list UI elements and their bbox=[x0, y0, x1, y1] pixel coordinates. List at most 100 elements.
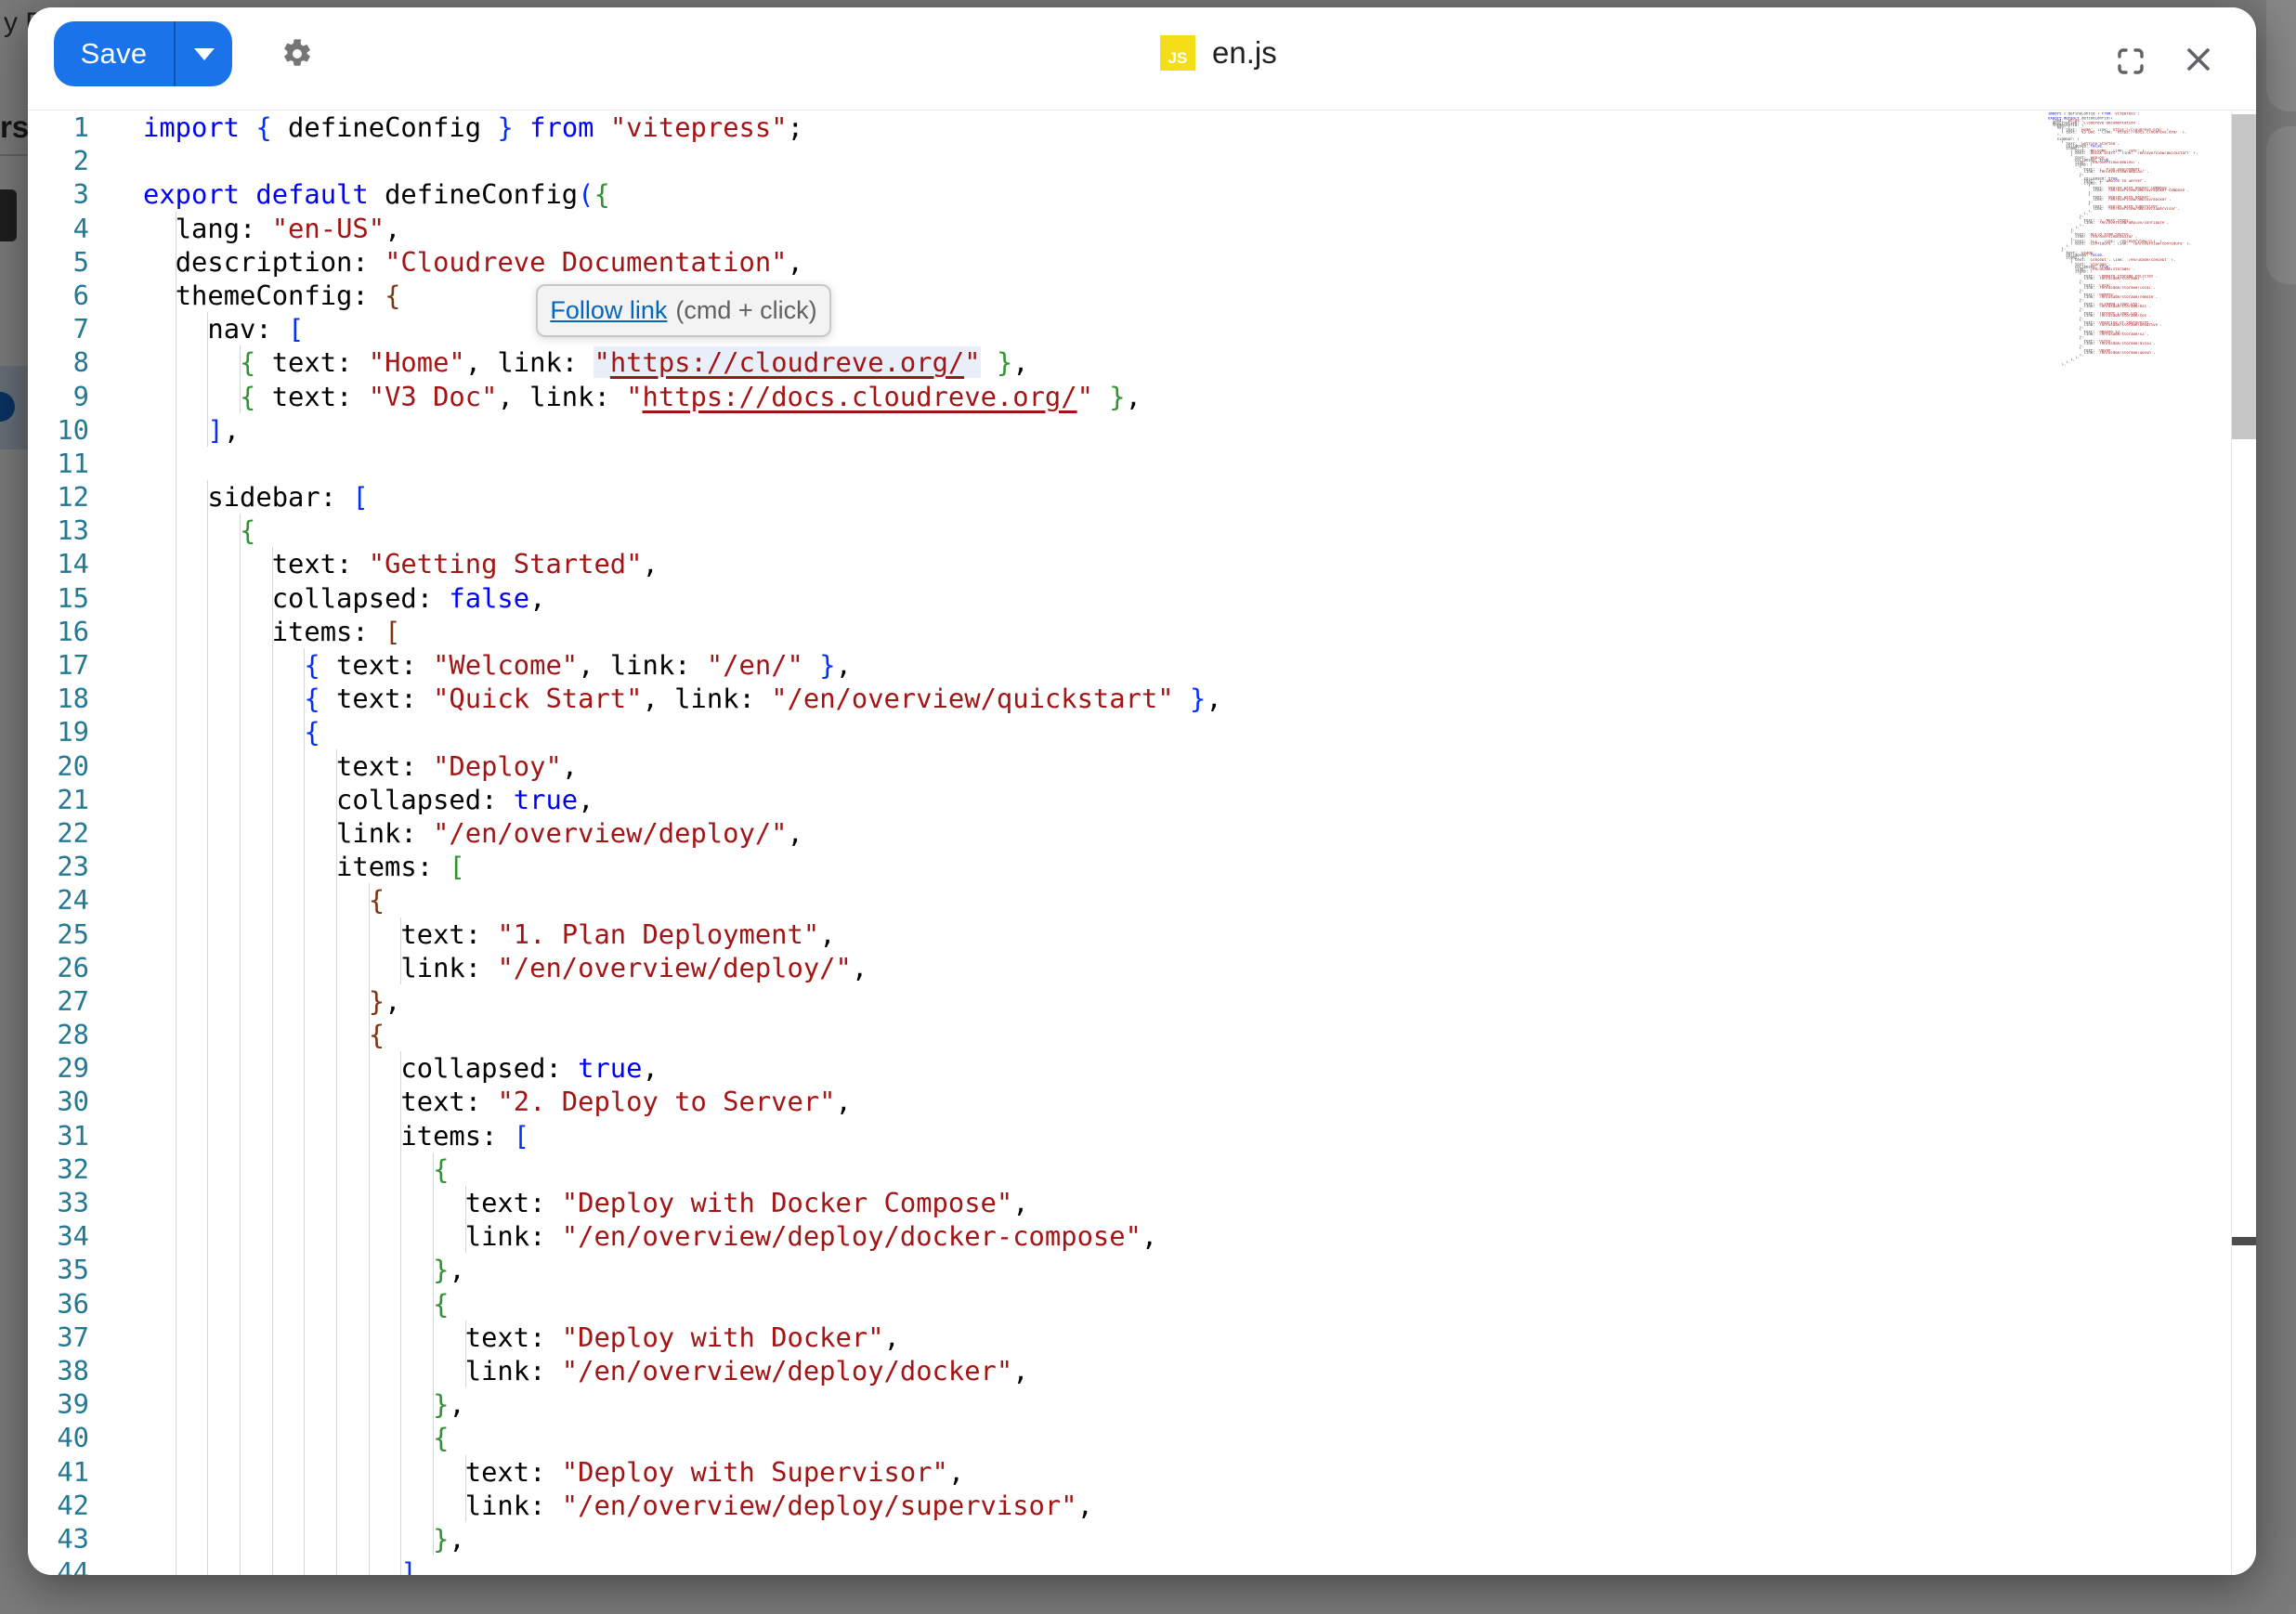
code-line[interactable]: 30 text: "2. Deploy to Server", bbox=[28, 1085, 2256, 1118]
code-line[interactable]: 2 bbox=[28, 144, 2256, 177]
code-line[interactable]: 14 text: "Getting Started", bbox=[28, 547, 2256, 580]
line-number[interactable]: 6 bbox=[28, 279, 89, 312]
code-link[interactable]: https://cloudreve.org/ bbox=[610, 346, 964, 378]
line-number[interactable]: 31 bbox=[28, 1119, 89, 1152]
line-number[interactable]: 44 bbox=[28, 1555, 89, 1575]
code-line[interactable]: 29 collapsed: true, bbox=[28, 1051, 2256, 1085]
line-number[interactable]: 2 bbox=[28, 144, 89, 177]
line-number[interactable]: 13 bbox=[28, 514, 89, 547]
scrollbar-track[interactable] bbox=[2232, 111, 2256, 1575]
line-number[interactable]: 23 bbox=[28, 850, 89, 883]
scrollbar-thumb[interactable] bbox=[2232, 114, 2256, 439]
code-line[interactable]: 5 description: "Cloudreve Documentation"… bbox=[28, 245, 2256, 279]
line-number[interactable]: 14 bbox=[28, 547, 89, 580]
code-line[interactable]: 43 }, bbox=[28, 1522, 2256, 1555]
line-number[interactable]: 11 bbox=[28, 447, 89, 480]
line-number[interactable]: 8 bbox=[28, 345, 89, 379]
line-number[interactable]: 25 bbox=[28, 918, 89, 951]
code-line[interactable]: 11 bbox=[28, 447, 2256, 480]
code-line[interactable]: 42 link: "/en/overview/deploy/supervisor… bbox=[28, 1489, 2256, 1522]
code-line[interactable]: 22 link: "/en/overview/deploy/", bbox=[28, 816, 2256, 850]
code-line[interactable]: 33 text: "Deploy with Docker Compose", bbox=[28, 1186, 2256, 1219]
code-line[interactable]: 15 collapsed: false, bbox=[28, 581, 2256, 615]
line-number[interactable]: 4 bbox=[28, 212, 89, 245]
code-line[interactable]: 24 { bbox=[28, 883, 2256, 917]
code-line[interactable]: 16 items: [ bbox=[28, 615, 2256, 648]
line-number[interactable]: 30 bbox=[28, 1085, 89, 1118]
code-lines[interactable]: 1 import { defineConfig } from "vitepress… bbox=[28, 111, 2256, 1575]
save-dropdown-button[interactable] bbox=[176, 21, 232, 86]
code-line[interactable]: 4 lang: "en-US", bbox=[28, 212, 2256, 245]
line-number[interactable]: 12 bbox=[28, 480, 89, 514]
line-number[interactable]: 28 bbox=[28, 1018, 89, 1051]
code-line[interactable]: 26 link: "/en/overview/deploy/", bbox=[28, 951, 2256, 984]
code-line[interactable]: 17 { text: "Welcome", link: "/en/" }, bbox=[28, 648, 2256, 682]
code-line[interactable]: 28 { bbox=[28, 1018, 2256, 1051]
line-number[interactable]: 38 bbox=[28, 1354, 89, 1387]
code-line[interactable]: 3export default defineConfig({ bbox=[28, 177, 2256, 211]
code-line[interactable]: 1import { defineConfig } from "vitepress… bbox=[28, 111, 2256, 144]
line-number[interactable]: 43 bbox=[28, 1522, 89, 1555]
code-line[interactable]: 13 { bbox=[28, 514, 2256, 547]
code-line[interactable]: 38 link: "/en/overview/deploy/docker", bbox=[28, 1354, 2256, 1387]
line-number[interactable]: 16 bbox=[28, 615, 89, 648]
line-number[interactable]: 32 bbox=[28, 1152, 89, 1186]
line-number[interactable]: 10 bbox=[28, 413, 89, 447]
code-line[interactable]: 21 collapsed: true, bbox=[28, 783, 2256, 816]
code-line[interactable]: 6 themeConfig: { bbox=[28, 279, 2256, 312]
save-button[interactable]: Save bbox=[54, 21, 174, 86]
code-line[interactable]: 36 { bbox=[28, 1287, 2256, 1321]
line-number[interactable]: 19 bbox=[28, 715, 89, 748]
line-number[interactable]: 18 bbox=[28, 682, 89, 715]
code-line[interactable]: 20 text: "Deploy", bbox=[28, 749, 2256, 783]
code-line[interactable]: 31 items: [ bbox=[28, 1119, 2256, 1152]
line-number[interactable]: 40 bbox=[28, 1421, 89, 1454]
code-line[interactable]: 37 text: "Deploy with Docker", bbox=[28, 1321, 2256, 1354]
line-number[interactable]: 7 bbox=[28, 312, 89, 345]
line-number[interactable]: 21 bbox=[28, 783, 89, 816]
line-number[interactable]: 9 bbox=[28, 380, 89, 413]
line-number[interactable]: 26 bbox=[28, 951, 89, 984]
line-number[interactable]: 22 bbox=[28, 816, 89, 850]
settings-button[interactable] bbox=[281, 38, 313, 70]
line-number[interactable]: 41 bbox=[28, 1455, 89, 1489]
line-number[interactable]: 35 bbox=[28, 1253, 89, 1286]
code-line[interactable]: 44 ], bbox=[28, 1555, 2256, 1575]
line-number[interactable]: 29 bbox=[28, 1051, 89, 1085]
line-number[interactable]: 27 bbox=[28, 984, 89, 1018]
line-number[interactable]: 33 bbox=[28, 1186, 89, 1219]
code-line[interactable]: 19 { bbox=[28, 715, 2256, 748]
code-line[interactable]: 10 ], bbox=[28, 413, 2256, 447]
line-number[interactable]: 20 bbox=[28, 749, 89, 783]
line-number[interactable]: 34 bbox=[28, 1219, 89, 1253]
line-number[interactable]: 5 bbox=[28, 245, 89, 279]
line-number[interactable]: 39 bbox=[28, 1387, 89, 1421]
code-line[interactable]: 40 { bbox=[28, 1421, 2256, 1454]
line-number[interactable]: 15 bbox=[28, 581, 89, 615]
code-link[interactable]: https://docs.cloudreve.org/ bbox=[643, 381, 1077, 412]
line-number[interactable]: 17 bbox=[28, 648, 89, 682]
close-button[interactable] bbox=[2184, 45, 2213, 77]
code-line[interactable]: 7 nav: [ bbox=[28, 312, 2256, 345]
code-line[interactable]: 18 { text: "Quick Start", link: "/en/ove… bbox=[28, 682, 2256, 715]
code-line[interactable]: 25 text: "1. Plan Deployment", bbox=[28, 918, 2256, 951]
code-line[interactable]: 23 items: [ bbox=[28, 850, 2256, 883]
minimap[interactable]: import { defineConfig } from "vitepress"… bbox=[2048, 112, 2230, 595]
code-line[interactable]: 8 { text: "Home", link: "https://cloudre… bbox=[28, 345, 2256, 379]
code-line[interactable]: 41 text: "Deploy with Supervisor", bbox=[28, 1455, 2256, 1489]
code-line[interactable]: 34 link: "/en/overview/deploy/docker-com… bbox=[28, 1219, 2256, 1253]
line-number[interactable]: 1 bbox=[28, 111, 89, 144]
line-number[interactable]: 24 bbox=[28, 883, 89, 917]
code-line[interactable]: 27 }, bbox=[28, 984, 2256, 1018]
code-line[interactable]: 9 { text: "V3 Doc", link: "https://docs.… bbox=[28, 380, 2256, 413]
code-line[interactable]: 39 }, bbox=[28, 1387, 2256, 1421]
line-number[interactable]: 42 bbox=[28, 1489, 89, 1522]
line-number[interactable]: 36 bbox=[28, 1287, 89, 1321]
line-number[interactable]: 37 bbox=[28, 1321, 89, 1354]
code-line[interactable]: 32 { bbox=[28, 1152, 2256, 1186]
follow-link-action[interactable]: Follow link bbox=[550, 296, 667, 325]
line-number[interactable]: 3 bbox=[28, 177, 89, 211]
save-split-button[interactable]: Save bbox=[54, 21, 232, 86]
fullscreen-button[interactable] bbox=[2114, 45, 2147, 81]
code-line[interactable]: 35 }, bbox=[28, 1253, 2256, 1286]
